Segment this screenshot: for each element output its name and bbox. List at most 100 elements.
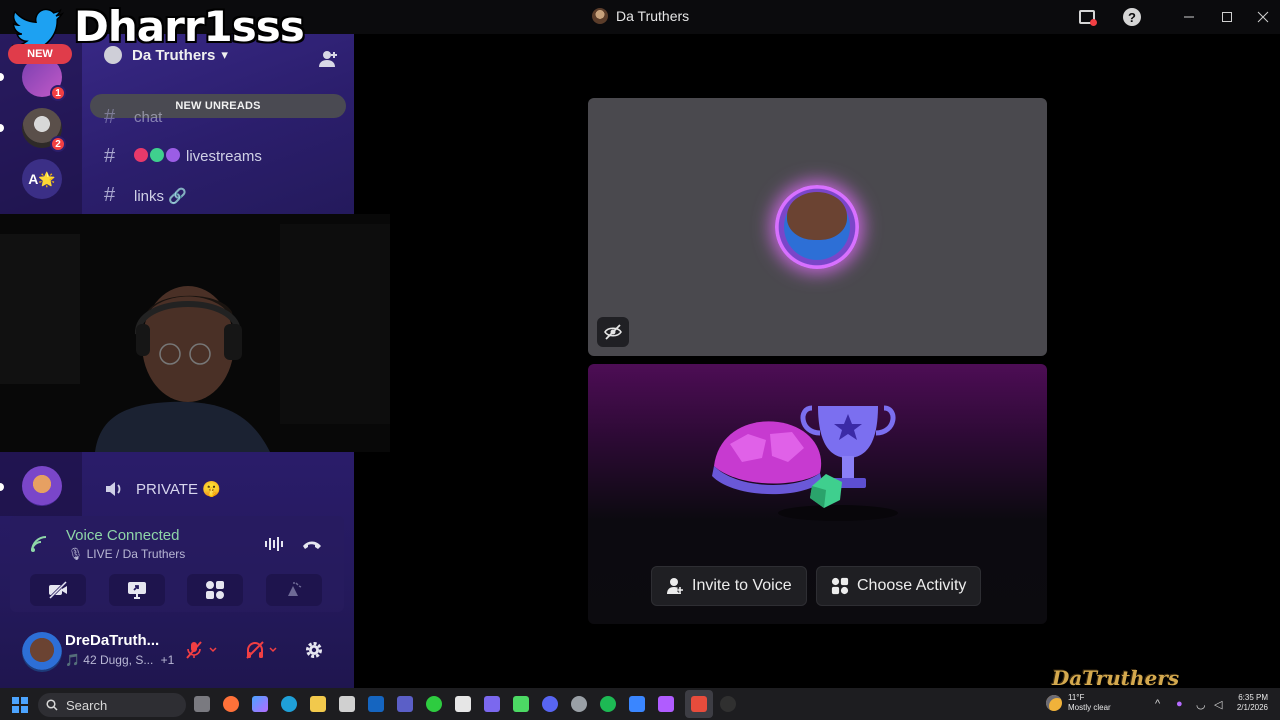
unread-badge: 2 [50,136,66,152]
camera-off-indicator[interactable] [597,317,629,347]
task-view-icon[interactable] [194,696,210,712]
user-avatar[interactable] [22,632,62,672]
user-activity-extra: +1 [160,653,175,667]
teams-icon[interactable] [397,696,413,712]
disconnect-icon[interactable] [302,538,322,550]
twitter-bird-icon [11,8,65,48]
search-icon [46,699,58,711]
camera-off-button[interactable] [30,574,86,606]
hash-icon: # [104,145,116,167]
app-icon[interactable] [658,696,674,712]
copilot-icon[interactable] [252,696,268,712]
activities-button[interactable] [187,574,243,606]
obs-app-icon[interactable] [691,696,707,712]
watermark-name: Dharr1sss [74,2,305,51]
app-icon[interactable] [513,696,529,712]
close-button[interactable] [1252,6,1274,28]
window-title-text: Da Truthers [616,8,690,24]
discord-icon[interactable] [542,696,558,712]
help-button[interactable]: ? [1121,6,1143,28]
chevron-up-icon[interactable]: ^ [1155,698,1160,710]
signature-logo: DaTruthers [1052,666,1180,690]
signal-icon[interactable] [30,535,50,553]
soundboard-icon [288,582,302,596]
activities-icon [831,577,849,595]
minimize-button[interactable] [1178,6,1200,28]
server-icon-a[interactable]: A🌟 [22,159,62,199]
user-activity: 🎵 42 Dugg, S... [65,653,154,667]
hash-icon: # [104,106,116,128]
invite-to-voice-button[interactable]: Invite to Voice [651,566,807,606]
minimize-icon [1184,16,1194,18]
choose-activity-button[interactable]: Choose Activity [816,566,982,606]
notepad-icon[interactable] [455,696,471,712]
clock-time: 6:35 PM [1238,693,1268,702]
new-pill: NEW [8,44,72,64]
windows-start-icon[interactable] [12,697,28,713]
voice-channel-name: PRIVATE 🤫 [136,481,221,498]
unread-badge: 1 [50,85,66,101]
channel-name: livestreams [186,148,262,165]
volume-icon[interactable]: ◁ [1214,698,1222,711]
activities-icon [206,581,224,599]
clock-date: 2/1/2026 [1236,703,1268,712]
window-title: Da Truthers [592,8,689,24]
channel-chat[interactable]: # chat [104,106,162,129]
store-icon[interactable] [339,696,355,712]
spotify-icon[interactable] [600,696,616,712]
headphones-muted-icon [246,641,277,659]
screen-share-button[interactable] [109,574,165,606]
server-a-label: A🌟 [28,170,56,187]
noise-suppression-icon[interactable] [264,536,286,552]
channel-livestreams[interactable]: # livestreams [104,145,262,168]
mic-muted-icon [186,641,217,659]
add-member-icon[interactable] [318,50,338,68]
app-icon[interactable] [484,696,500,712]
speaker-locked-icon [106,482,121,496]
mic-icon[interactable]: ● [1176,698,1183,710]
settings-app-icon[interactable] [571,696,587,712]
taskbar-search[interactable]: Search [38,693,186,717]
inbox-button[interactable] [1076,6,1098,28]
xbox-app-icon[interactable] [426,696,442,712]
obs-icon[interactable] [720,696,736,712]
outlook-icon[interactable] [368,696,384,712]
webcam-person-image [0,214,390,452]
weather-widget[interactable]: 11°F Mostly clear [1046,693,1111,713]
close-icon [1257,11,1269,23]
server-icon-voice[interactable] [22,466,62,506]
moon-cloud-icon [1046,695,1062,711]
remote-desktop-icon[interactable] [629,696,645,712]
username[interactable]: DreDaTruth... [65,632,159,649]
voice-location[interactable]: 🎙 LIVE / Da Truthers [68,547,185,561]
trophy-shell-illustration [712,405,898,521]
soundboard-button[interactable] [266,574,322,606]
edge-icon[interactable] [281,696,297,712]
screen-share-icon [128,582,146,599]
user-status: 🎵 42 Dugg, S... +1 [65,653,174,667]
channel-name: chat [134,109,163,126]
channel-name: links 🔗 [134,187,187,205]
clock[interactable]: 6:35 PM 2/1/2026 [1228,693,1268,713]
help-icon: ? [1123,8,1141,26]
file-explorer-icon[interactable] [310,696,326,712]
user-settings-button[interactable] [292,636,336,664]
channel-links[interactable]: # links 🔗 [104,184,187,207]
firefox-icon[interactable] [223,696,239,712]
mute-button[interactable] [180,636,224,664]
activity-label: Choose Activity [857,577,967,594]
deafen-button[interactable] [240,636,284,664]
server-icon [592,8,608,24]
maximize-button[interactable] [1216,6,1238,28]
server-icon-2[interactable]: 2 [22,108,66,152]
gear-icon [306,642,322,658]
voice-status[interactable]: Voice Connected [66,527,179,544]
wifi-icon[interactable]: ◡ [1196,698,1206,711]
voice-channel-private[interactable]: PRIVATE 🤫 [104,480,221,498]
eye-off-icon [604,324,622,340]
channel-emoji-dots [134,147,182,166]
weather-text: 11°F Mostly clear [1068,693,1111,713]
participant-face [787,192,847,240]
video-off-icon [48,581,68,599]
search-label: Search [66,697,108,713]
